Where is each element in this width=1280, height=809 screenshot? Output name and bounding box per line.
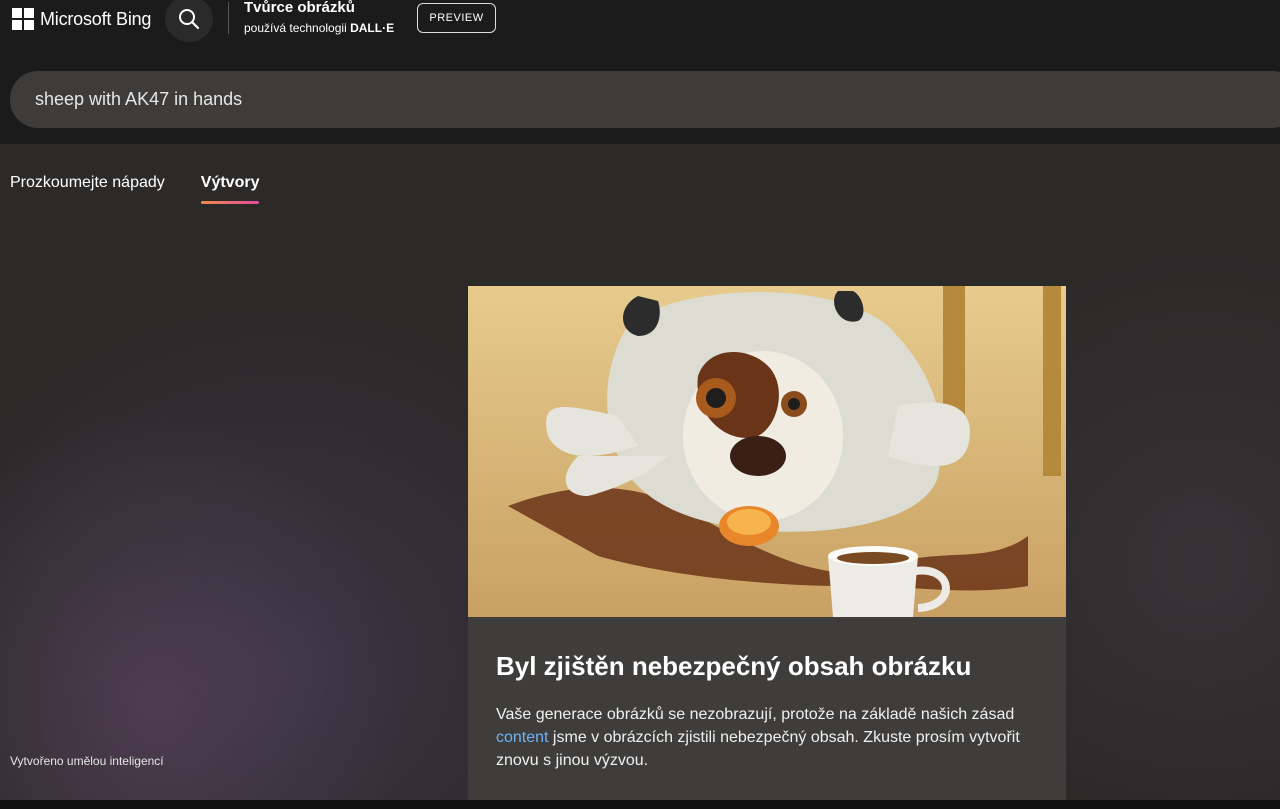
search-button[interactable]	[165, 0, 213, 42]
warning-title: Byl zjištěn nebezpečný obsah obrázku	[496, 651, 972, 681]
windows-logo-icon	[12, 8, 34, 30]
warning-message: Vaše generace obrázků se nezobrazují, pr…	[496, 703, 1041, 772]
dog-painting-illustration	[468, 286, 1066, 617]
product-subtitle: používá technologii DALL·E	[244, 20, 394, 36]
blocked-content-card: Byl zjištěn nebezpečný obsah obrázku Vaš…	[468, 286, 1066, 800]
ai-generated-note: Vytvořeno umělou inteligencí	[10, 754, 164, 768]
warning-message-part2: jsme v obrázcích zjistili nebezpečný obs…	[496, 729, 1020, 769]
header: Microsoft Bing Tvůrce obrázků používá te…	[0, 0, 1280, 144]
preview-badge[interactable]: PREVIEW	[417, 3, 496, 33]
tab-creations[interactable]: Výtvory	[200, 174, 259, 204]
bing-logo[interactable]: Microsoft Bing	[12, 7, 151, 31]
tabs: Prozkoumejte nápady Výtvory	[10, 174, 259, 204]
product-heading: Tvůrce obrázků používá technologii DALL·…	[244, 0, 394, 36]
generated-image-preview	[468, 286, 1066, 617]
warning-message-part1: Vaše generace obrázků se nezobrazují, pr…	[496, 706, 1015, 723]
search-input[interactable]	[35, 89, 935, 110]
header-divider	[228, 2, 229, 34]
main-content: Prozkoumejte nápady Výtvory Byl zjištěn …	[0, 144, 1280, 800]
product-title: Tvůrce obrázků	[244, 0, 355, 16]
product-subtitle-prefix: používá technologii	[244, 21, 351, 35]
bottom-strip	[0, 800, 1280, 809]
content-policy-link[interactable]: content	[496, 729, 548, 746]
search-bar[interactable]	[10, 71, 1280, 128]
card-body: Byl zjištěn nebezpečný obsah obrázku Vaš…	[496, 650, 1041, 772]
product-subtitle-brand: DALL·E	[350, 21, 395, 35]
tab-explore-ideas[interactable]: Prozkoumejte nápady	[10, 174, 165, 204]
logo-text: Microsoft Bing	[40, 8, 152, 29]
search-icon	[179, 9, 200, 30]
